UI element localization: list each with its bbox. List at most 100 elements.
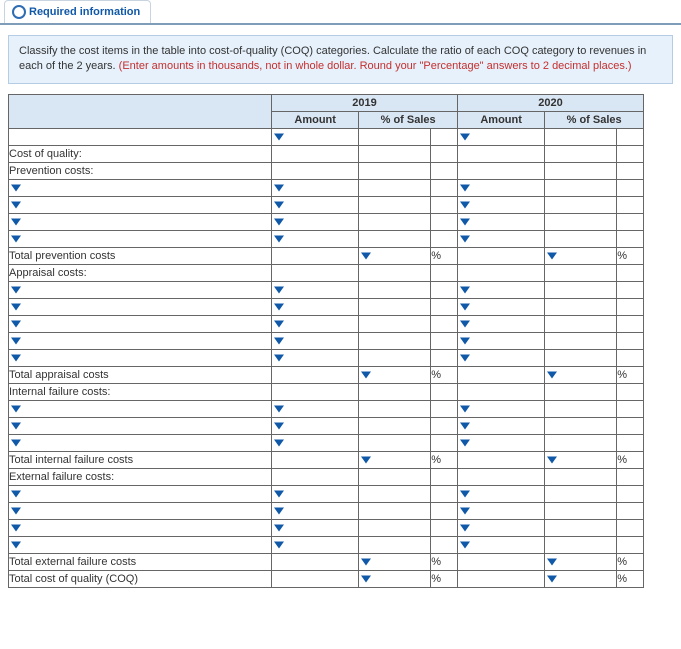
pct-2020-input[interactable] [545,536,617,553]
amt-2019-drop[interactable] [272,349,359,366]
pct-2020-input[interactable] [545,502,617,519]
amt-2019-input[interactable] [272,468,359,485]
amt-2019-total[interactable] [272,366,359,383]
extf-item-drop[interactable] [9,485,272,502]
amt-2020-total[interactable] [457,366,544,383]
appr-item-drop[interactable] [9,332,272,349]
amt-2019-input[interactable] [272,145,359,162]
amt-2019-drop[interactable] [272,536,359,553]
amt-2019-grand[interactable] [272,570,359,587]
pct-2019-input[interactable] [359,400,431,417]
extf-item-drop[interactable] [9,519,272,536]
pct-2019-input[interactable] [359,349,431,366]
amt-2020-input[interactable] [457,162,544,179]
amt-2020-input[interactable] [457,468,544,485]
amt-2019-drop[interactable] [272,434,359,451]
appr-item-drop[interactable] [9,281,272,298]
pct-2020-input[interactable] [545,315,617,332]
amt-2020-drop[interactable] [457,536,544,553]
pct-2019-input[interactable] [359,128,431,145]
amt-2019-input[interactable] [272,162,359,179]
amt-2020-drop[interactable] [457,417,544,434]
pct-2020-drop[interactable] [545,247,617,264]
amt-2020-total[interactable] [457,451,544,468]
pct-2020-input[interactable] [545,128,617,145]
pct-2020-input[interactable] [545,434,617,451]
pct-2020-input[interactable] [545,145,617,162]
amt-2019-total[interactable] [272,553,359,570]
pct-2020-input[interactable] [545,281,617,298]
intf-item-drop[interactable] [9,434,272,451]
amt-2019-drop[interactable] [272,315,359,332]
pct-2020-input[interactable] [545,417,617,434]
pct-2020-input[interactable] [545,383,617,400]
extf-item-drop[interactable] [9,502,272,519]
amt-2019-drop[interactable] [272,400,359,417]
pct-2019-drop[interactable] [359,366,431,383]
pct-2020-input[interactable] [545,230,617,247]
amt-2019-drop[interactable] [272,485,359,502]
pct-2019-input[interactable] [359,536,431,553]
prev-item-drop[interactable] [9,196,272,213]
amt-2020-drop[interactable] [457,400,544,417]
intf-item-drop[interactable] [9,417,272,434]
amt-2020-drop[interactable] [457,502,544,519]
pct-2019-input[interactable] [359,315,431,332]
amt-2019-drop[interactable] [272,179,359,196]
appr-item-drop[interactable] [9,298,272,315]
pct-2019-input[interactable] [359,502,431,519]
pct-2020-input[interactable] [545,298,617,315]
amt-2020-drop[interactable] [457,519,544,536]
appr-item-drop[interactable] [9,315,272,332]
amt-2020-input[interactable] [457,264,544,281]
amt-2020-grand[interactable] [457,570,544,587]
pct-2019-input[interactable] [359,230,431,247]
pct-2019-input[interactable] [359,196,431,213]
pct-2020-input[interactable] [545,264,617,281]
intf-item-drop[interactable] [9,400,272,417]
pct-2019-input[interactable] [359,281,431,298]
amt-2020-drop[interactable] [457,485,544,502]
pct-2019-input[interactable] [359,298,431,315]
pct-2019-drop[interactable] [359,247,431,264]
pct-2019-input[interactable] [359,179,431,196]
pct-2020-drop[interactable] [545,366,617,383]
amt-2019-input[interactable] [272,264,359,281]
pct-2020-input[interactable] [545,162,617,179]
amt-2019-drop[interactable] [272,230,359,247]
amt-2020-drop[interactable] [457,349,544,366]
appr-item-drop[interactable] [9,349,272,366]
pct-2019-input[interactable] [359,468,431,485]
amt-2019-drop[interactable] [272,196,359,213]
amt-2019-input[interactable] [272,383,359,400]
pct-2019-input[interactable] [359,145,431,162]
pct-2020-input[interactable] [545,196,617,213]
amt-2020-drop[interactable] [457,196,544,213]
pct-2019-drop[interactable] [359,451,431,468]
pct-2019-input[interactable] [359,213,431,230]
amt-2020-drop[interactable] [457,298,544,315]
pct-2019-input[interactable] [359,383,431,400]
pct-2020-input[interactable] [545,519,617,536]
amt-2019-drop[interactable] [272,213,359,230]
amt-2019-total[interactable] [272,247,359,264]
amt-2020-input[interactable] [457,145,544,162]
pct-2020-input[interactable] [545,213,617,230]
amt-2020-drop[interactable] [457,179,544,196]
amt-2020-drop[interactable] [457,434,544,451]
amt-2020-drop[interactable] [457,128,544,145]
pct-2020-input[interactable] [545,332,617,349]
pct-2019-input[interactable] [359,162,431,179]
amt-2019-drop[interactable] [272,417,359,434]
tab-required-info[interactable]: Required information [4,0,151,23]
pct-2019-input[interactable] [359,485,431,502]
amt-2019-total[interactable] [272,451,359,468]
amt-2020-drop[interactable] [457,332,544,349]
pct-2020-drop[interactable] [545,553,617,570]
pct-2020-input[interactable] [545,468,617,485]
pct-2019-input[interactable] [359,519,431,536]
pct-2019-input[interactable] [359,434,431,451]
amt-2020-total[interactable] [457,553,544,570]
amt-2020-drop[interactable] [457,315,544,332]
pct-2019-input[interactable] [359,332,431,349]
